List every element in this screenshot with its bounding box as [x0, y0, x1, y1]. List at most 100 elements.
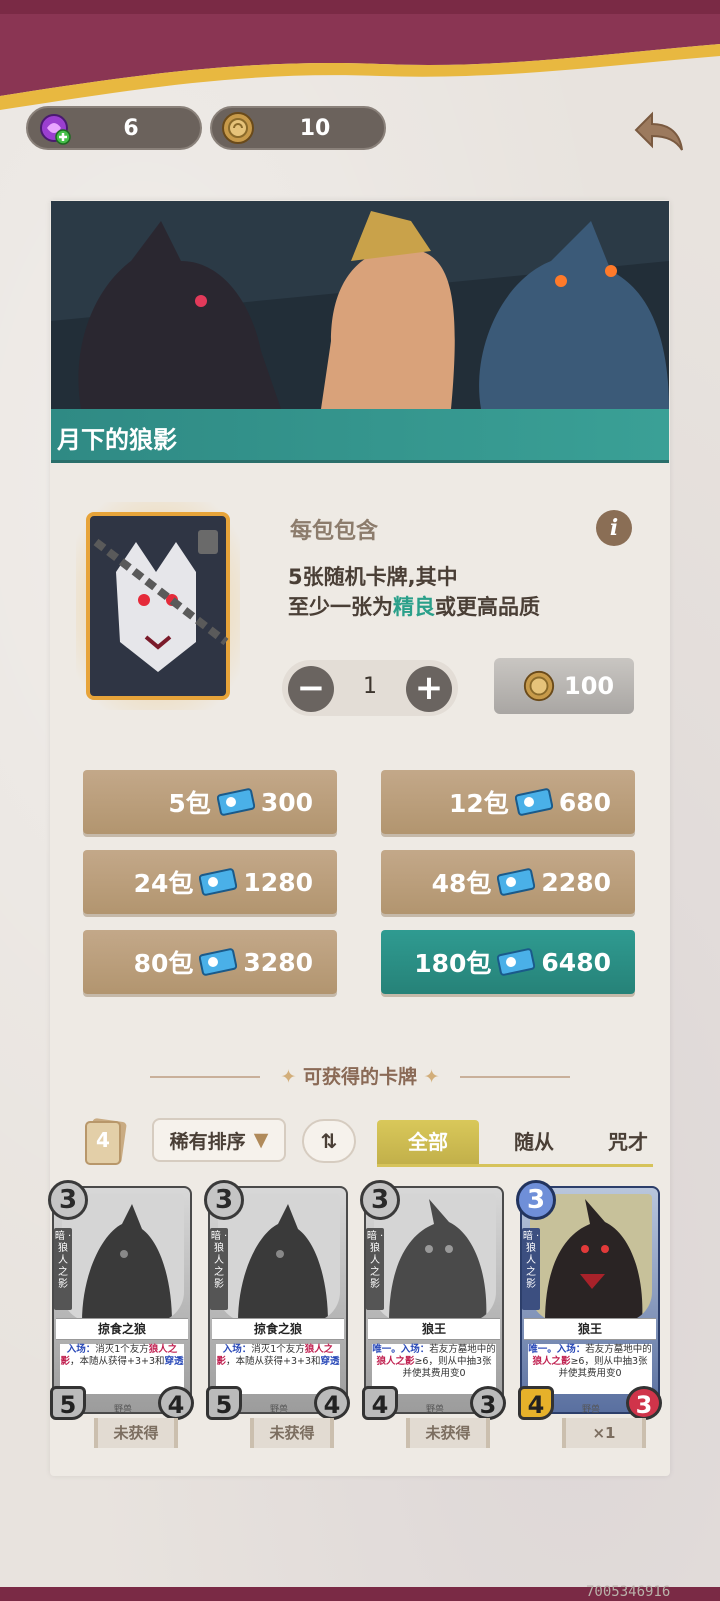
- gold-coin-icon: [216, 106, 260, 150]
- bulk-offer-180[interactable]: 180包 6480: [381, 930, 635, 994]
- card-faction: 暗 · 狼人之影: [522, 1228, 540, 1310]
- card-text-part: ≥6，则从中抽3张并使其费用变0: [402, 1356, 492, 1379]
- keyword-tribe: 狼人之影: [532, 1356, 571, 1367]
- bulk-price: 300: [260, 787, 313, 817]
- section-title-text: 可获得的卡牌: [302, 1066, 417, 1088]
- card-cost: 3: [204, 1180, 244, 1220]
- card-attack: 4: [362, 1386, 398, 1420]
- tab-minions[interactable]: 随从: [494, 1120, 574, 1164]
- card-attack: 4: [518, 1386, 554, 1420]
- card-cost: 3: [48, 1180, 88, 1220]
- keyword: 穿透: [164, 1356, 184, 1367]
- purple-candy-plus-icon: [32, 106, 76, 150]
- chevron-down-icon: ▼: [253, 1129, 269, 1151]
- minus-icon: −: [296, 668, 326, 708]
- sort-label: 稀有排序: [169, 1130, 246, 1153]
- card-item[interactable]: 3 暗 · 狼人之影 狼王 唯一。入场：若友方墓地中的狼人之影≥6，则从中抽3张…: [516, 1180, 664, 1420]
- increase-button[interactable]: +: [406, 666, 452, 712]
- desc-suffix: 或更高品质: [435, 595, 540, 619]
- essence-value: 6: [123, 115, 139, 141]
- top-wave-decoration: [0, 14, 720, 110]
- keyword: 唯一。入场：: [528, 1344, 586, 1355]
- back-button[interactable]: [632, 106, 688, 156]
- essence-currency-pill[interactable]: 6: [26, 106, 202, 150]
- info-icon: i: [609, 515, 619, 541]
- card-tribe: 野兽: [425, 1405, 444, 1415]
- card-text-part: ，本随从获得+3+3和: [225, 1356, 321, 1367]
- tab-all[interactable]: 全部: [377, 1120, 479, 1164]
- desc-line-1: 5张随机卡牌,其中: [288, 565, 458, 589]
- card-text-part: 消灭1个友方: [95, 1344, 149, 1355]
- sort-order-toggle[interactable]: ⇅: [302, 1119, 356, 1163]
- sparkle-icon: ✦: [417, 1066, 440, 1088]
- bulk-offer-48[interactable]: 48包 2280: [381, 850, 635, 914]
- watermark: 7005346916: [586, 1584, 671, 1600]
- bulk-price: 1280: [243, 867, 313, 897]
- card-tribe: 野兽: [581, 1405, 600, 1415]
- card-text-part: 消灭1个友方: [251, 1344, 305, 1355]
- plus-icon: +: [414, 668, 444, 708]
- card-count: 4: [96, 1128, 110, 1152]
- card-attack: 5: [206, 1386, 242, 1420]
- bulk-offer-5[interactable]: 5包 300: [83, 770, 337, 834]
- card-item[interactable]: 3 暗 · 狼人之影 掠食之狼 入场：消灭1个友方狼人之影，本随从获得+3+3和…: [48, 1180, 196, 1420]
- buy-price: 100: [564, 672, 615, 700]
- card-item[interactable]: 3 暗 · 狼人之影 狼王 唯一。入场：若友方墓地中的狼人之影≥6，则从中抽3张…: [360, 1180, 508, 1420]
- card-item[interactable]: 3 暗 · 狼人之影 掠食之狼 入场：消灭1个友方狼人之影，本随从获得+3+3和…: [204, 1180, 352, 1420]
- rarity-sort-dropdown[interactable]: 稀有排序 ▼: [152, 1118, 286, 1162]
- pack-card-art: [76, 502, 240, 710]
- back-arrow-icon: [634, 111, 683, 151]
- buy-button[interactable]: 100: [494, 658, 634, 714]
- keyword: 入场：: [222, 1344, 252, 1355]
- card-cost: 3: [516, 1180, 556, 1220]
- gold-currency-pill[interactable]: 10: [210, 106, 386, 150]
- gold-value: 10: [299, 115, 331, 141]
- sparkle-icon: ✦: [280, 1066, 303, 1088]
- rarity-highlight: 精良: [393, 595, 435, 619]
- decrease-button[interactable]: −: [288, 666, 334, 712]
- keyword: 唯一。入场：: [372, 1344, 430, 1355]
- card-faction: 暗 · 狼人之影: [366, 1228, 384, 1310]
- keyword: 穿透: [320, 1356, 340, 1367]
- card-tribe: 野兽: [269, 1405, 288, 1415]
- bulk-price: 3280: [243, 947, 313, 977]
- card-status: 未获得: [250, 1418, 334, 1448]
- card-health: 3: [626, 1386, 662, 1420]
- keyword: 入场：: [66, 1344, 96, 1355]
- bulk-label: 48包: [431, 869, 492, 898]
- card-tribe: 野兽: [113, 1405, 132, 1415]
- bulk-price: 680: [558, 787, 611, 817]
- bulk-offer-80[interactable]: 80包 3280: [83, 930, 337, 994]
- bulk-offer-12[interactable]: 12包 680: [381, 770, 635, 834]
- ticket-icon: [514, 788, 553, 816]
- keyword-tribe: 狼人之影: [376, 1356, 415, 1367]
- card-cost: 3: [360, 1180, 400, 1220]
- pack-title: 月下的狼影: [51, 409, 669, 463]
- gold-coin-icon: [523, 670, 555, 702]
- desc-prefix: 至少一张为: [288, 595, 393, 619]
- card-health: 4: [158, 1386, 194, 1420]
- quantity-value: 1: [363, 674, 377, 699]
- card-name: 掠食之狼: [56, 1318, 188, 1340]
- card-name: 狼王: [524, 1318, 656, 1340]
- card-name: 掠食之狼: [212, 1318, 344, 1340]
- ticket-icon: [199, 948, 238, 976]
- tab-minions-label: 随从: [514, 1130, 554, 1154]
- card-text-part: ，本随从获得+3+3和: [69, 1356, 165, 1367]
- card-text-part: 若友方墓地中的: [585, 1344, 652, 1355]
- bulk-price: 6480: [541, 947, 611, 977]
- card-status: 未获得: [94, 1418, 178, 1448]
- card-text-part: 若友方墓地中的: [429, 1344, 496, 1355]
- card-faction: 暗 · 狼人之影: [54, 1228, 72, 1310]
- card-health: 3: [470, 1386, 506, 1420]
- card-name: 狼王: [368, 1318, 500, 1340]
- tab-spells[interactable]: 咒才: [600, 1120, 656, 1164]
- card-health: 4: [314, 1386, 350, 1420]
- bulk-offer-24[interactable]: 24包 1280: [83, 850, 337, 914]
- info-button[interactable]: i: [596, 510, 632, 546]
- card-status: ×1: [562, 1418, 646, 1448]
- bulk-label: 5包: [168, 789, 211, 818]
- desc-line-2: 至少一张为精良或更高品质: [288, 592, 540, 622]
- bulk-label: 180包: [414, 949, 492, 978]
- quantity-stepper: − 1 +: [282, 660, 458, 716]
